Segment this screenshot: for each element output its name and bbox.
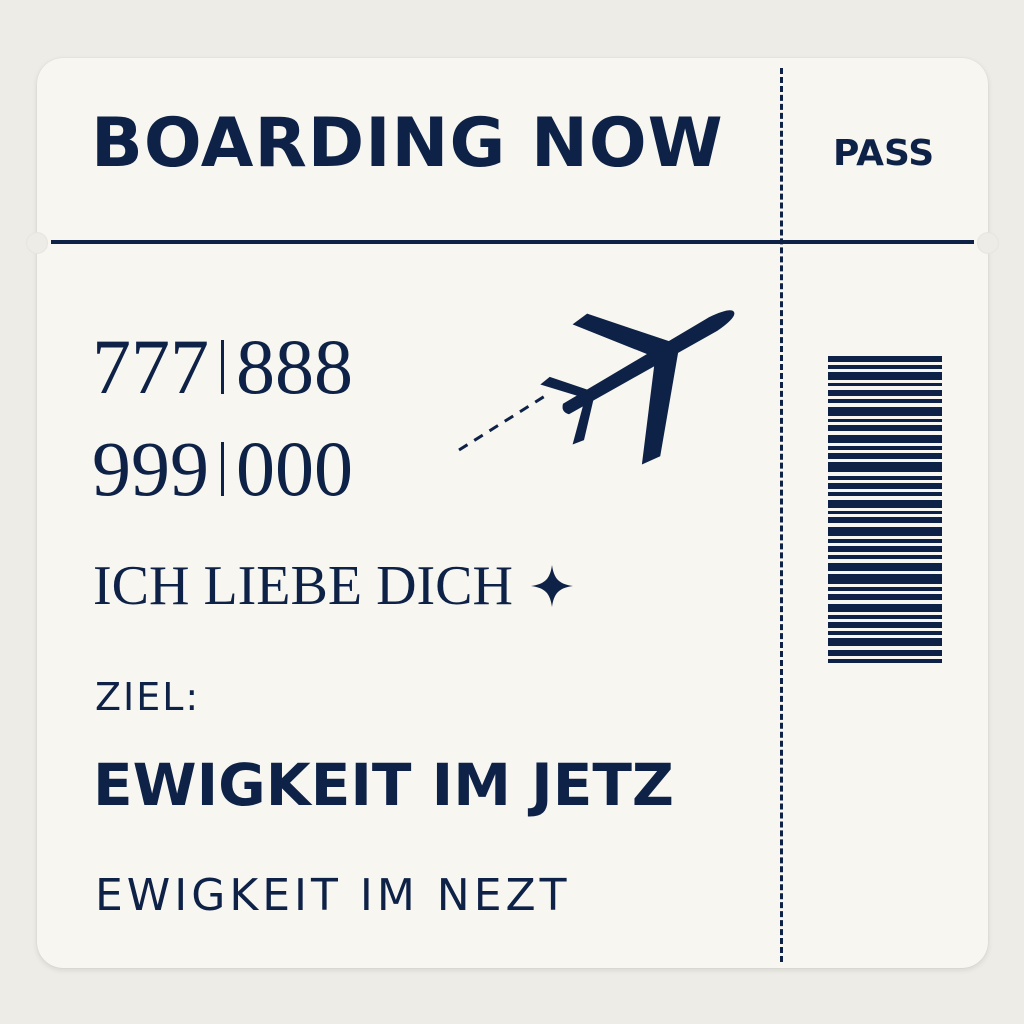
- destination-label: ZIEL:: [95, 675, 201, 719]
- barcode-stripe: [828, 594, 942, 600]
- stub-label: PASS: [833, 133, 935, 174]
- barcode-stripe: [828, 399, 942, 403]
- number-1b: 888: [236, 323, 353, 410]
- barcode-stripe: [828, 476, 942, 480]
- love-phrase: ICH LIEBE DICH: [93, 558, 575, 614]
- airplane-icon: [457, 288, 757, 493]
- barcode-stripe: [828, 407, 942, 416]
- barcode-stripe: [828, 546, 942, 552]
- barcode-stripe: [828, 604, 942, 612]
- barcode-stripe: [828, 638, 942, 646]
- number-2a: 999: [92, 425, 209, 512]
- boarding-pass-ticket: BOARDING NOW PASS 777 888 999 000 ICH LI…: [26, 58, 999, 968]
- destination-subtext: EWIGKEIT IM NEZT: [95, 870, 571, 921]
- barcode-stripe: [828, 650, 942, 656]
- barcode-stripe: [828, 390, 942, 396]
- barcode-stripe: [828, 539, 942, 543]
- barcode-stripe: [828, 365, 942, 369]
- four-point-star-icon: [530, 565, 573, 607]
- barcode-stripe: [828, 622, 942, 628]
- barcode-stripe: [828, 453, 942, 459]
- barcode-stripe: [828, 517, 942, 523]
- number-separator: [221, 340, 224, 394]
- barcode-stripe: [828, 500, 942, 508]
- barcode-stripe: [828, 435, 942, 443]
- barcode-stripe: [828, 446, 942, 450]
- barcode-stripe: [828, 574, 942, 584]
- ticket-notch-right: [977, 232, 999, 254]
- barcode-stripe: [828, 527, 942, 536]
- number-1a: 777: [92, 323, 209, 410]
- barcode-stripe: [828, 372, 942, 380]
- ticket-title: BOARDING NOW: [91, 104, 724, 183]
- barcode-stripe: [828, 462, 942, 472]
- barcode-stripe: [828, 511, 942, 514]
- barcode-stripe: [828, 563, 942, 571]
- barcode-stripe: [828, 483, 942, 489]
- number-row-1: 777 888: [92, 328, 353, 406]
- destination-value: EWIGKEIT IM JETZ: [93, 751, 674, 819]
- number-separator: [221, 442, 224, 496]
- barcode-stripe: [828, 419, 942, 422]
- phrase-text: ICH LIEBE DICH: [93, 555, 513, 617]
- barcode-stripe: [828, 492, 942, 496]
- barcode-stripe: [828, 659, 942, 663]
- number-row-2: 999 000: [92, 430, 353, 508]
- barcode-stripe: [828, 425, 942, 431]
- barcode-stripe: [828, 555, 942, 559]
- perforation-line: [780, 68, 783, 962]
- barcode-stripe: [828, 631, 942, 635]
- barcode-stripe: [828, 383, 942, 386]
- header-divider: [51, 240, 974, 244]
- barcode-icon: [828, 356, 942, 753]
- number-2b: 000: [236, 425, 353, 512]
- barcode-stripe: [828, 356, 942, 362]
- barcode-stripe: [828, 587, 942, 591]
- barcode-stripe: [828, 615, 942, 619]
- ticket-notch-left: [26, 232, 48, 254]
